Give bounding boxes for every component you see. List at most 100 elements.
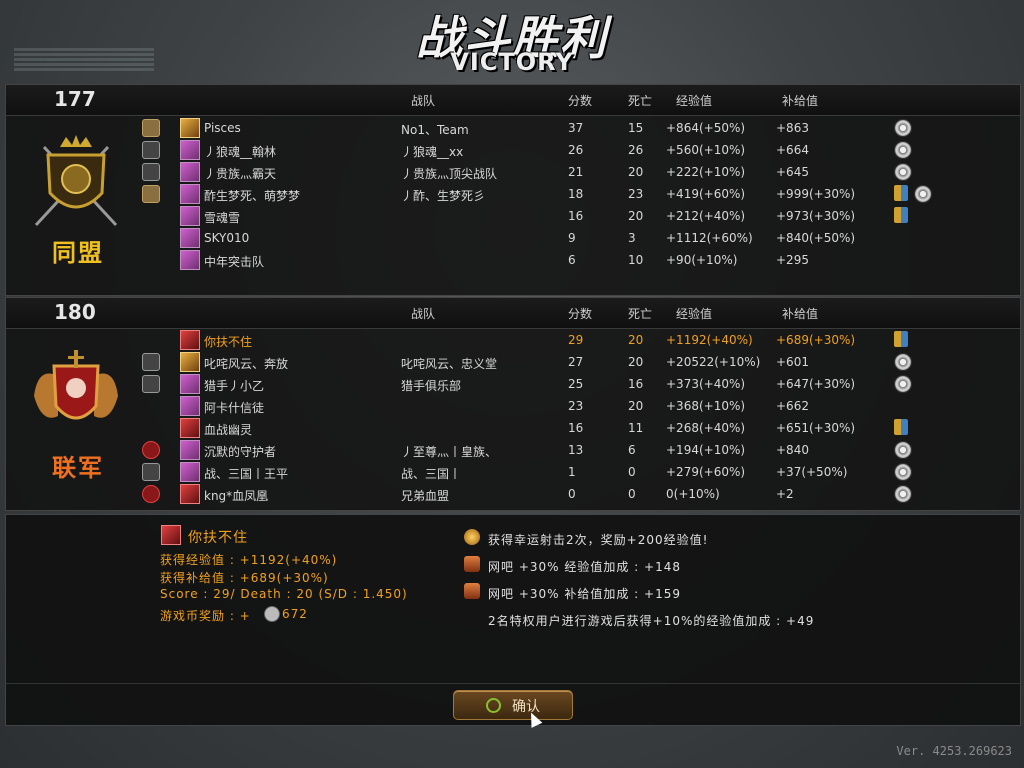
victory-title-en: VICTORY bbox=[450, 48, 574, 76]
player-row[interactable]: 丿狼魂__翰林 丿狼魂__xx 26 26 +560(+10%) +664 bbox=[6, 139, 1020, 161]
player-score: 16 bbox=[568, 421, 584, 435]
player-exp: +279(+60%) bbox=[666, 465, 746, 479]
bonus-line: 获得幸运射击2次，奖励+200经验值! bbox=[488, 533, 709, 547]
team-score: 180 bbox=[54, 300, 96, 324]
player-exp: +20522(+10%) bbox=[666, 355, 761, 369]
confirm-ring-icon bbox=[486, 698, 501, 713]
player-supply: +840(+50%) bbox=[776, 231, 856, 245]
player-name: 酢生梦死、萌梦梦 bbox=[204, 189, 301, 203]
medal-icon bbox=[894, 163, 912, 181]
player-score: 16 bbox=[568, 209, 584, 223]
player-row[interactable]: 叱咤风云、奔放 叱咤风云、忠义堂 27 20 +20522(+10%) +601 bbox=[6, 351, 1020, 373]
coin-icon bbox=[264, 606, 280, 622]
player-name: 雪魂雪 bbox=[204, 211, 241, 225]
medal-icon bbox=[894, 485, 912, 503]
player-death: 0 bbox=[628, 465, 636, 479]
trophy-icon bbox=[894, 419, 908, 435]
bonus-line: 网吧 +30% 补给值加成 : +159 bbox=[488, 587, 681, 601]
medal-icon bbox=[894, 141, 912, 159]
player-death: 15 bbox=[628, 121, 644, 135]
summary-coin-value: 672 bbox=[282, 607, 308, 621]
column-clan: 战队 bbox=[411, 94, 436, 108]
rank-badge-icon bbox=[142, 485, 160, 503]
rank-badge-icon bbox=[142, 163, 160, 181]
player-exp: +194(+10%) bbox=[666, 443, 746, 457]
player-name: 你扶不住 bbox=[204, 335, 253, 349]
player-death: 3 bbox=[628, 231, 636, 245]
player-avatar-icon bbox=[180, 374, 200, 394]
medal-icon bbox=[894, 441, 912, 459]
player-exp: +1192(+40%) bbox=[666, 333, 753, 347]
player-death: 20 bbox=[628, 209, 644, 223]
player-name: 血战幽灵 bbox=[204, 423, 253, 437]
player-avatar-icon bbox=[180, 250, 200, 270]
player-row[interactable]: SKY010 9 3 +1112(+60%) +840(+50%) bbox=[6, 227, 1020, 249]
player-avatar-icon bbox=[180, 118, 200, 138]
player-death: 6 bbox=[628, 443, 636, 457]
player-name: 沉默的守护者 bbox=[204, 445, 277, 459]
player-avatar-icon bbox=[180, 418, 200, 438]
player-supply: +601 bbox=[776, 355, 809, 369]
player-row[interactable]: 猎手丿小乙 猎手俱乐部 25 16 +373(+40%) +647(+30%) bbox=[6, 373, 1020, 395]
player-exp: +268(+40%) bbox=[666, 421, 746, 435]
player-name: kng*血凤凰 bbox=[204, 489, 269, 503]
player-name: 猎手丿小乙 bbox=[204, 379, 265, 393]
player-death: 20 bbox=[628, 333, 644, 347]
player-score: 0 bbox=[568, 487, 576, 501]
player-avatar-icon bbox=[180, 228, 200, 248]
rank-badge-icon bbox=[142, 353, 160, 371]
player-supply: +664 bbox=[776, 143, 809, 157]
column-exp: 经验值 bbox=[676, 94, 713, 108]
rank-badge-icon bbox=[142, 375, 160, 393]
medal-icon bbox=[894, 375, 912, 393]
player-row[interactable]: 战、三国丨王平 战、三国丨 1 0 +279(+60%) +37(+50%) bbox=[6, 461, 1020, 483]
player-avatar-icon bbox=[180, 352, 200, 372]
player-avatar-icon bbox=[180, 162, 200, 182]
player-row[interactable]: kng*血凤凰 兄弟血盟 0 0 0(+10%) +2 bbox=[6, 483, 1020, 505]
summary-coin-label: 游戏币奖励 : + bbox=[160, 609, 251, 623]
player-avatar-icon bbox=[180, 330, 200, 350]
player-row[interactable]: 沉默的守护者 丿至尊灬丨皇族、 13 6 +194(+10%) +840 bbox=[6, 439, 1020, 461]
player-name: 丿狼魂__翰林 bbox=[204, 145, 277, 159]
player-supply: +2 bbox=[776, 487, 794, 501]
player-row[interactable]: 丿贵族灬霸天 丿贵族灬顶尖战队 21 20 +222(+10%) +645 bbox=[6, 161, 1020, 183]
summary-score-death: Score : 29/ Death : 20 (S/D : 1.450) bbox=[160, 587, 408, 601]
player-row[interactable]: 阿卡什信徒 23 20 +368(+10%) +662 bbox=[6, 395, 1020, 417]
player-death: 0 bbox=[628, 487, 636, 501]
player-clan: 兄弟血盟 bbox=[401, 489, 450, 503]
player-avatar-icon bbox=[161, 525, 181, 545]
player-score: 37 bbox=[568, 121, 584, 135]
player-score: 26 bbox=[568, 143, 584, 157]
player-row[interactable]: Pisces No1、Team 37 15 +864(+50%) +863 bbox=[6, 117, 1020, 139]
player-clan: 丿酢、生梦死彡 bbox=[401, 189, 486, 203]
player-name: Pisces bbox=[204, 121, 241, 135]
player-row[interactable]: 中年突击队 6 10 +90(+10%) +295 bbox=[6, 249, 1020, 271]
divider bbox=[6, 683, 1020, 684]
column-death: 死亡 bbox=[628, 307, 653, 321]
player-supply: +37(+50%) bbox=[776, 465, 848, 479]
player-name: 战、三国丨王平 bbox=[204, 467, 289, 481]
player-supply: +295 bbox=[776, 253, 809, 267]
player-name: 阿卡什信徒 bbox=[204, 401, 265, 415]
team-header: 177 战队 分数 死亡 经验值 补给值 bbox=[6, 85, 1020, 116]
column-score: 分数 bbox=[568, 307, 593, 321]
player-row[interactable]: 血战幽灵 16 11 +268(+40%) +651(+30%) bbox=[6, 417, 1020, 439]
player-avatar-icon bbox=[180, 184, 200, 204]
player-row[interactable]: 酢生梦死、萌梦梦 丿酢、生梦死彡 18 23 +419(+60%) +999(+30%) bbox=[6, 183, 1020, 205]
column-exp: 经验值 bbox=[676, 307, 713, 321]
player-supply: +645 bbox=[776, 165, 809, 179]
player-score: 21 bbox=[568, 165, 584, 179]
player-exp: +560(+10%) bbox=[666, 143, 746, 157]
bonus-line: 2名特权用户进行游戏后获得+10%的经验值加成 : +49 bbox=[488, 614, 815, 628]
rank-badge-icon bbox=[142, 119, 160, 137]
player-row[interactable]: 雪魂雪 16 20 +212(+40%) +973(+30%) bbox=[6, 205, 1020, 227]
version-text: Ver. 4253.269623 bbox=[896, 744, 1012, 758]
player-death: 20 bbox=[628, 399, 644, 413]
player-supply: +651(+30%) bbox=[776, 421, 856, 435]
player-exp: +212(+40%) bbox=[666, 209, 746, 223]
player-clan: 战、三国丨 bbox=[401, 467, 462, 481]
player-score: 29 bbox=[568, 333, 584, 347]
confirm-button[interactable]: 确认 bbox=[453, 690, 573, 720]
player-row[interactable]: 你扶不住 29 20 +1192(+40%) +689(+30%) bbox=[6, 329, 1020, 351]
rank-badge-icon bbox=[142, 185, 160, 203]
